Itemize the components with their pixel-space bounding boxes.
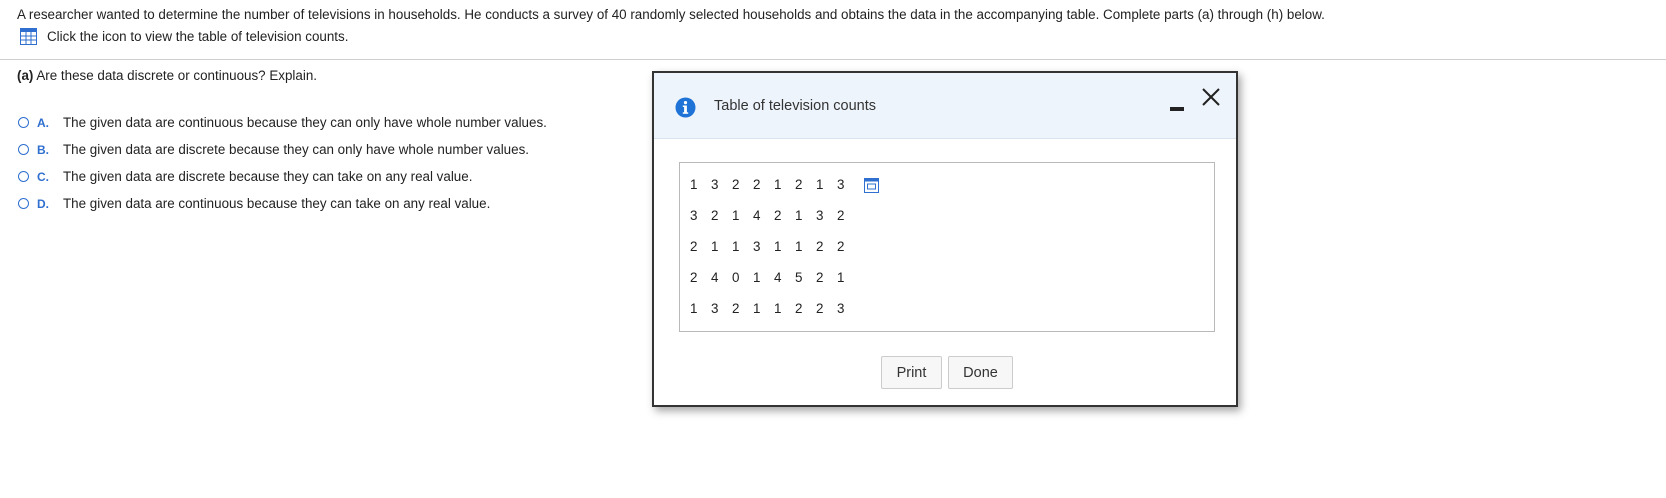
option-letter: D. xyxy=(37,196,49,211)
option-letter: A. xyxy=(37,115,49,130)
radio-button[interactable] xyxy=(18,198,29,209)
radio-button[interactable] xyxy=(18,144,29,155)
table-cell: 2 xyxy=(690,239,698,254)
dialog-header: Table of television counts xyxy=(654,73,1236,139)
table-cell: 1 xyxy=(774,239,782,254)
data-table: 1 3 2 2 1 2 1 3 3 2 1 4 2 1 3 2 2 1 1 3 … xyxy=(690,177,858,332)
table-link-row: Click the icon to view the table of tele… xyxy=(20,28,348,45)
table-cell: 3 xyxy=(690,208,698,223)
table-cell: 3 xyxy=(837,301,845,316)
table-cell: 1 xyxy=(774,301,782,316)
table-cell: 2 xyxy=(816,301,824,316)
table-cell: 1 xyxy=(753,301,761,316)
table-cell: 2 xyxy=(837,208,845,223)
table-cell: 4 xyxy=(774,270,782,285)
table-cell: 3 xyxy=(816,208,824,223)
question-text: Are these data discrete or continuous? E… xyxy=(36,68,317,83)
option-c[interactable]: C. The given data are discrete because t… xyxy=(18,163,547,190)
option-b[interactable]: B. The given data are discrete because t… xyxy=(18,136,547,163)
minimize-icon[interactable] xyxy=(1168,103,1186,113)
table-cell: 4 xyxy=(753,208,761,223)
table-cell: 2 xyxy=(690,270,698,285)
table-cell: 1 xyxy=(753,270,761,285)
table-cell: 1 xyxy=(816,177,824,192)
problem-intro: A researcher wanted to determine the num… xyxy=(17,7,1325,22)
table-cell: 1 xyxy=(690,177,698,192)
copy-icon[interactable] xyxy=(864,178,879,193)
table-cell: 3 xyxy=(837,177,845,192)
answer-options: A. The given data are continuous because… xyxy=(18,109,547,217)
divider xyxy=(0,59,1666,60)
table-cell: 1 xyxy=(732,208,740,223)
table-link-text: Click the icon to view the table of tele… xyxy=(47,29,349,44)
table-cell: 2 xyxy=(711,208,719,223)
table-cell: 2 xyxy=(816,239,824,254)
table-cell: 2 xyxy=(753,177,761,192)
table-cell: 1 xyxy=(795,208,803,223)
option-text: The given data are discrete because they… xyxy=(63,142,529,157)
option-text: The given data are continuous because th… xyxy=(63,115,547,130)
table-cell: 5 xyxy=(795,270,803,285)
option-letter: C. xyxy=(37,169,49,184)
option-d[interactable]: D. The given data are continuous because… xyxy=(18,190,547,217)
table-cell: 1 xyxy=(795,239,803,254)
info-icon xyxy=(675,97,696,118)
option-a[interactable]: A. The given data are continuous because… xyxy=(18,109,547,136)
dialog-title: Table of television counts xyxy=(714,98,877,114)
table-row: 1 3 2 2 1 2 1 3 xyxy=(690,177,858,208)
table-cell: 3 xyxy=(711,301,719,316)
table-cell: 0 xyxy=(732,270,740,285)
table-cell: 2 xyxy=(795,301,803,316)
radio-button[interactable] xyxy=(18,117,29,128)
done-button[interactable]: Done xyxy=(948,356,1013,389)
table-cell: 3 xyxy=(753,239,761,254)
data-table-dialog: Table of television counts 1 3 2 2 1 2 1… xyxy=(652,71,1238,407)
table-cell: 2 xyxy=(732,301,740,316)
data-table-box: 1 3 2 2 1 2 1 3 3 2 1 4 2 1 3 2 2 1 1 3 … xyxy=(679,162,1215,332)
table-cell: 1 xyxy=(690,301,698,316)
table-cell: 2 xyxy=(732,177,740,192)
table-cell: 2 xyxy=(774,208,782,223)
radio-button[interactable] xyxy=(18,171,29,182)
table-cell: 1 xyxy=(837,270,845,285)
option-text: The given data are discrete because they… xyxy=(63,169,473,184)
table-cell: 2 xyxy=(837,239,845,254)
table-grid-icon[interactable] xyxy=(20,28,37,45)
table-cell: 2 xyxy=(795,177,803,192)
question-a: (a) Are these data discrete or continuou… xyxy=(17,68,317,83)
table-cell: 3 xyxy=(711,177,719,192)
table-row: 2 1 1 3 1 1 2 2 xyxy=(690,239,858,270)
page: A researcher wanted to determine the num… xyxy=(0,0,1666,498)
option-letter: B. xyxy=(37,142,49,157)
table-cell: 4 xyxy=(711,270,719,285)
table-row: 3 2 1 4 2 1 3 2 xyxy=(690,208,858,239)
table-cell: 1 xyxy=(711,239,719,254)
option-text: The given data are continuous because th… xyxy=(63,196,491,211)
print-button[interactable]: Print xyxy=(881,356,942,389)
table-cell: 1 xyxy=(774,177,782,192)
question-part-label: (a) xyxy=(17,68,34,83)
table-cell: 2 xyxy=(816,270,824,285)
table-cell: 1 xyxy=(732,239,740,254)
close-icon[interactable] xyxy=(1199,85,1223,109)
table-row: 2 4 0 1 4 5 2 1 xyxy=(690,270,858,301)
table-row: 1 3 2 1 1 2 2 3 xyxy=(690,301,858,332)
